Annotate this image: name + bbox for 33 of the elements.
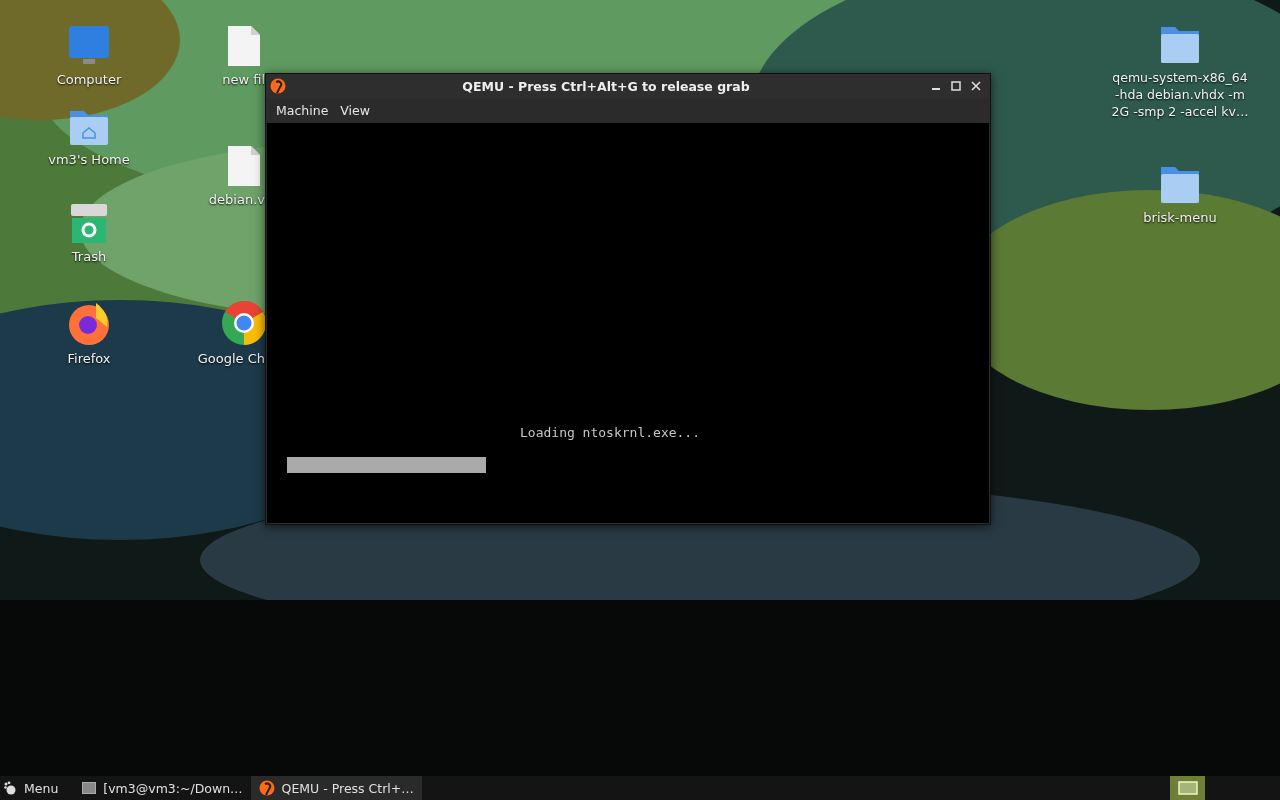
icon-label: debian.v (208, 191, 265, 208)
qemu-logo-icon (270, 78, 286, 94)
boot-message: Loading ntoskrnl.exe... (520, 425, 700, 440)
menu-item[interactable]: View (336, 101, 374, 120)
firefox-icon (66, 300, 112, 346)
workspace-icon (1177, 781, 1198, 795)
workspace-button[interactable] (1170, 776, 1205, 800)
file-icon (227, 145, 261, 187)
folder-icon (1159, 25, 1201, 65)
menu-item[interactable]: Machine (272, 101, 333, 120)
menu-button[interactable]: Menu (0, 776, 67, 800)
icon-label: brisk-menu (1143, 209, 1217, 226)
window-title: QEMU - Press Ctrl+Alt+G to release grab (461, 78, 751, 94)
foot-icon (3, 781, 17, 795)
icon-label: vm3's Home (48, 151, 130, 168)
folder-icon (1159, 165, 1201, 205)
icon-label: Trash (71, 248, 107, 265)
file-icon (227, 25, 261, 67)
icon-label: Google Ch (197, 350, 265, 367)
icon-label: Firefox (67, 350, 111, 367)
close-icon (971, 81, 981, 91)
qemu-logo-icon (258, 780, 275, 796)
chrome-icon (221, 300, 267, 346)
maximize-icon (951, 81, 961, 91)
window-icon (82, 782, 97, 794)
icon-label: new fil (222, 71, 265, 88)
monitor-icon (67, 25, 111, 67)
taskbar-window-button[interactable]: [vm3@vm3:~/Down… (74, 776, 251, 800)
icon-label: qemu-system-x86_64 -hda debian.vhdx -m 2G -smp 2 -accel kv… (1110, 69, 1250, 120)
minimize-icon (932, 88, 940, 90)
recycle-bin-icon (70, 202, 108, 244)
icon-label: Computer (56, 71, 122, 88)
taskbar-window-button[interactable]: QEMU - Press Ctrl+… (250, 776, 422, 800)
